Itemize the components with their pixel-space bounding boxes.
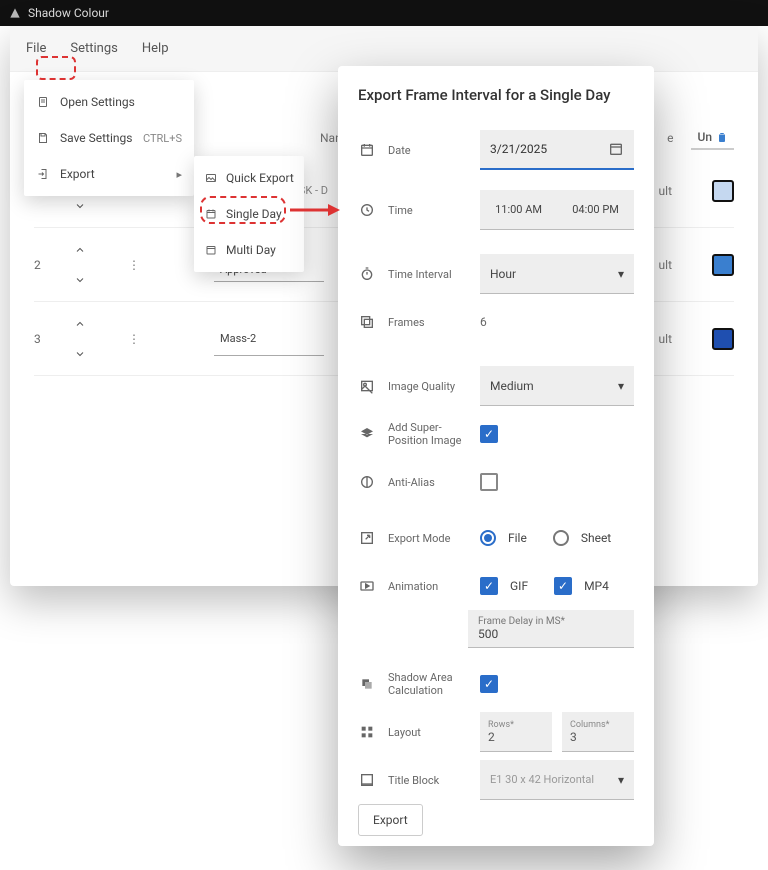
- document-icon: [36, 95, 50, 109]
- layers-icon: [358, 426, 376, 442]
- row-result: ult: [659, 258, 672, 272]
- chevron-down-icon: ▾: [618, 267, 624, 281]
- dialog-title: Export Frame Interval for a Single Day: [358, 86, 634, 104]
- export-icon: [36, 167, 50, 181]
- date-input[interactable]: 3/21/2025: [480, 130, 634, 170]
- partial-col: e: [667, 131, 673, 145]
- menu-file[interactable]: File: [26, 41, 46, 56]
- calendar-icon: [358, 142, 376, 158]
- window-title: Shadow Colour: [28, 6, 109, 20]
- antialias-icon: [358, 474, 376, 490]
- mp4-checkbox[interactable]: ✓: [554, 577, 572, 595]
- image-quality-icon: [358, 378, 376, 394]
- titlebar: Shadow Colour: [0, 0, 768, 26]
- tab-un[interactable]: Un: [691, 126, 734, 150]
- titleblock-icon: [358, 772, 376, 788]
- chevron-down-icon: ▾: [618, 379, 624, 393]
- chevron-down-icon[interactable]: [74, 274, 86, 286]
- cols-input[interactable]: Columns* 3: [562, 712, 634, 752]
- interval-select[interactable]: Hour ▾: [480, 254, 634, 294]
- gif-checkbox[interactable]: ✓: [480, 577, 498, 595]
- color-swatch[interactable]: [712, 328, 734, 350]
- menu-item-export[interactable]: Export ▸: [24, 156, 194, 192]
- export-submenu: Quick Export Single Day Multi Day: [194, 156, 304, 272]
- exportmode-label: Export Mode: [388, 532, 468, 545]
- layout-icon: [358, 724, 376, 740]
- calendar-picker-icon[interactable]: [608, 141, 624, 157]
- radio-sheet[interactable]: [553, 530, 569, 546]
- date-label: Date: [388, 144, 468, 157]
- time-label: Time: [388, 204, 468, 217]
- chevron-down-icon: ▾: [618, 773, 624, 787]
- row-index: 2: [34, 258, 74, 272]
- row-index: 3: [34, 332, 74, 346]
- calendar-range-icon: [204, 243, 218, 257]
- chevron-down-icon[interactable]: [74, 200, 86, 212]
- export-button[interactable]: Export: [358, 804, 423, 836]
- antialias-checkbox[interactable]: [480, 473, 498, 491]
- color-swatch[interactable]: [712, 180, 734, 202]
- rows-input[interactable]: Rows* 2: [480, 712, 552, 752]
- layout-label: Layout: [388, 726, 468, 739]
- framedelay-input[interactable]: Frame Delay in MS* 500: [468, 610, 634, 648]
- antialias-label: Anti-Alias: [388, 476, 468, 489]
- chevron-up-icon[interactable]: [74, 318, 86, 330]
- chevron-right-icon: ▸: [176, 168, 182, 181]
- row-result: ult: [659, 184, 672, 198]
- animation-icon: [358, 578, 376, 594]
- time-range-input[interactable]: 11:00 AM 04:00 PM: [480, 190, 634, 230]
- titleblock-label: Title Block: [388, 774, 468, 787]
- menu-item-save-settings[interactable]: Save Settings CTRL+S: [24, 120, 194, 156]
- exportmode-icon: [358, 530, 376, 546]
- color-swatch[interactable]: [712, 254, 734, 276]
- file-menu-dropdown: Open Settings Save Settings CTRL+S Expor…: [24, 80, 194, 196]
- trash-icon[interactable]: [716, 131, 728, 143]
- more-icon[interactable]: ⋮: [114, 258, 154, 272]
- animation-label: Animation: [388, 580, 468, 593]
- submenu-quick-export[interactable]: Quick Export: [194, 160, 304, 196]
- row-result: ult: [659, 332, 672, 346]
- superpos-checkbox[interactable]: ✓: [480, 425, 498, 443]
- shadowarea-label: Shadow Area Calculation: [388, 671, 468, 697]
- more-icon[interactable]: ⋮: [114, 332, 154, 346]
- menu-item-open-settings[interactable]: Open Settings: [24, 84, 194, 120]
- timer-icon: [358, 266, 376, 282]
- frames-label: Frames: [388, 316, 468, 329]
- shadowarea-icon: [358, 676, 376, 692]
- interval-label: Time Interval: [388, 268, 468, 281]
- quality-select[interactable]: Medium ▾: [480, 366, 634, 406]
- frames-value: 6: [480, 315, 487, 329]
- radio-file[interactable]: [480, 530, 496, 546]
- submenu-single-day[interactable]: Single Day: [194, 196, 304, 232]
- chevron-down-icon[interactable]: [74, 348, 86, 360]
- superpos-label: Add Super-Position Image: [388, 421, 468, 447]
- export-dialog: Export Frame Interval for a Single Day D…: [338, 66, 654, 846]
- app-logo-icon: [8, 6, 22, 20]
- shadowarea-checkbox[interactable]: ✓: [480, 675, 498, 693]
- quality-label: Image Quality: [388, 380, 468, 393]
- chevron-up-icon[interactable]: [74, 244, 86, 256]
- frames-icon: [358, 314, 376, 330]
- menu-help[interactable]: Help: [142, 41, 169, 56]
- submenu-multi-day[interactable]: Multi Day: [194, 232, 304, 268]
- shortcut-label: CTRL+S: [143, 132, 182, 145]
- menu-settings[interactable]: Settings: [70, 41, 117, 56]
- calendar-day-icon: [204, 207, 218, 221]
- clock-icon: [358, 202, 376, 218]
- titleblock-select[interactable]: E1 30 x 42 Horizontal ▾: [480, 760, 634, 800]
- save-icon: [36, 131, 50, 145]
- annotation-arrow-icon: [290, 200, 340, 220]
- row-label[interactable]: Mass-2: [214, 322, 324, 356]
- image-icon: [204, 171, 218, 185]
